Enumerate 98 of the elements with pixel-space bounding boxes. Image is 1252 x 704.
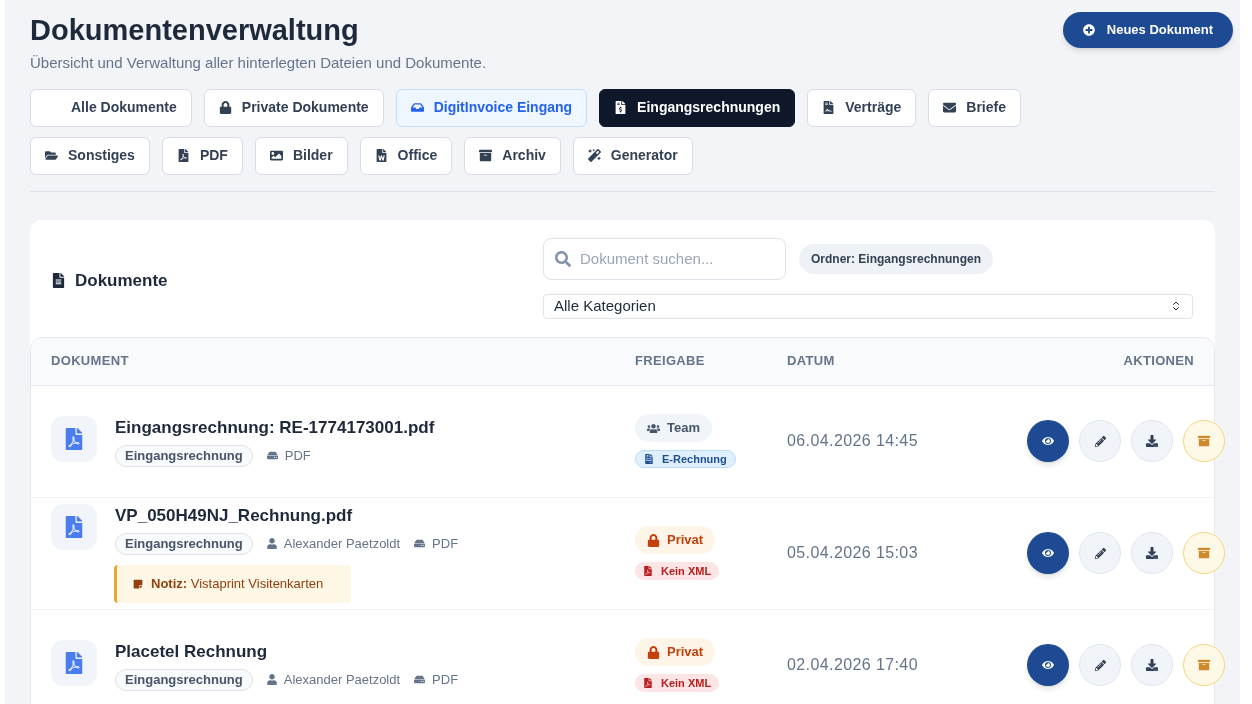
- document-name[interactable]: Eingangsrechnung: RE-1774173001.pdf: [115, 415, 435, 441]
- image-icon: [269, 149, 283, 162]
- archive-button[interactable]: [1183, 420, 1225, 462]
- folder-tab[interactable]: Sonstiges: [30, 136, 150, 175]
- view-button[interactable]: [1027, 532, 1069, 574]
- pdf-file-icon: [176, 149, 190, 162]
- folder-tab[interactable]: Bilder: [254, 136, 348, 175]
- eye-icon: [1042, 547, 1054, 559]
- folder-tab[interactable]: DigitInvoice Eingang: [395, 88, 588, 127]
- folder-icon: [45, 149, 58, 162]
- magic-wand-icon: [587, 149, 601, 162]
- pdf-file-icon: [51, 504, 97, 551]
- document-date: 05.04.2026 15:03: [787, 543, 919, 563]
- archive-button[interactable]: [1183, 532, 1225, 574]
- envelope-icon: [943, 101, 957, 114]
- note-icon: [133, 578, 143, 589]
- category-tag: Eingangsrechnung: [115, 444, 253, 467]
- note-text: Notiz: Vistaprint Visitenkarten: [151, 575, 324, 593]
- pencil-icon: [1094, 435, 1106, 447]
- document-name[interactable]: VP_050H49NJ_Rechnung.pdf: [115, 503, 459, 529]
- category-tag: Eingangsrechnung: [115, 668, 253, 691]
- dropdown-icon: [1170, 300, 1182, 312]
- contract-icon: [822, 101, 836, 114]
- archive-icon: [479, 149, 493, 162]
- column-header: DATUM: [787, 352, 836, 371]
- invoice-icon: [644, 454, 654, 464]
- new-document-button[interactable]: Neues Dokument: [1062, 12, 1233, 48]
- folder-tab[interactable]: Office: [359, 136, 453, 175]
- category-select[interactable]: Alle Kategorien: [543, 293, 1193, 319]
- drive-icon: [414, 674, 426, 686]
- inbox-icon: [410, 101, 424, 114]
- document-icon: [374, 149, 388, 162]
- archive-icon: [1198, 435, 1210, 447]
- folder-filter-chip: Ordner: Eingangsrechnungen: [799, 243, 993, 274]
- lock-icon: [647, 645, 660, 659]
- eye-icon: [1042, 435, 1054, 447]
- invoice-status-badge: Kein XML: [635, 562, 720, 580]
- download-button[interactable]: [1131, 420, 1173, 462]
- sharing-badge: Privat: [635, 638, 716, 666]
- archive-icon: [1198, 547, 1210, 559]
- folder-tab[interactable]: PDF: [161, 136, 243, 175]
- pdf-file-icon: [51, 416, 97, 463]
- invoice-status-badge: Kein XML: [635, 674, 720, 692]
- user-icon: [266, 538, 277, 550]
- edit-button[interactable]: [1079, 532, 1121, 574]
- edit-button[interactable]: [1079, 420, 1121, 462]
- sharing-badge: Privat: [635, 526, 716, 554]
- users-icon: [647, 421, 660, 435]
- user-icon: [266, 674, 277, 686]
- folder-tab[interactable]: Generator: [572, 136, 693, 175]
- sharing-badge: Team: [635, 414, 712, 442]
- drive-icon: [266, 450, 278, 462]
- folder-tab[interactable]: Eingangsrechnungen: [599, 88, 796, 127]
- search-field[interactable]: Dokument suchen...: [543, 237, 786, 280]
- document-date: 02.04.2026 17:40: [787, 655, 919, 675]
- folder-tab[interactable]: Archiv: [464, 136, 561, 175]
- column-header: FREIGABE: [635, 352, 706, 371]
- pdf-file-icon: [643, 566, 653, 576]
- download-button[interactable]: [1131, 644, 1173, 686]
- folder-tab[interactable]: Briefe: [928, 88, 1021, 127]
- invoice-status-badge: E-Rechnung: [635, 450, 736, 468]
- edit-button[interactable]: [1079, 644, 1121, 686]
- view-button[interactable]: [1027, 644, 1069, 686]
- category-tag: Eingangsrechnung: [115, 532, 253, 555]
- pencil-icon: [1094, 547, 1106, 559]
- pdf-file-icon: [643, 678, 653, 688]
- owner-name: Alexander Paetzoldt: [283, 535, 401, 553]
- drive-icon: [414, 538, 426, 550]
- file-type: PDF: [432, 535, 459, 553]
- archive-icon: [1198, 659, 1210, 671]
- invoice-icon: [614, 101, 628, 114]
- folder-tab[interactable]: Verträge: [807, 88, 917, 127]
- lock-icon: [218, 101, 232, 114]
- document-name[interactable]: Placetel Rechnung: [115, 639, 459, 665]
- column-header: AKTIONEN: [1123, 352, 1194, 371]
- owner-name: Alexander Paetzoldt: [283, 671, 401, 689]
- folder-tab[interactable]: Private Dokumente: [203, 88, 384, 127]
- folder-tab[interactable]: Alle Dokumente: [30, 88, 192, 127]
- plus-icon: [1082, 24, 1095, 36]
- pencil-icon: [1094, 659, 1106, 671]
- page-title: Dokumentenverwaltung: [30, 13, 360, 48]
- archive-button[interactable]: [1183, 644, 1225, 686]
- search-icon: [555, 250, 571, 267]
- view-button[interactable]: [1027, 420, 1069, 462]
- column-header: DOKUMENT: [51, 352, 130, 371]
- eye-icon: [1042, 659, 1054, 671]
- lock-icon: [647, 533, 660, 547]
- card-title: Dokumente: [75, 269, 168, 292]
- download-icon: [1146, 659, 1158, 671]
- document-date: 06.04.2026 14:45: [787, 431, 919, 451]
- page-subtitle: Übersicht und Verwaltung aller hinterlegten Dateien und Dokumente.: [30, 53, 487, 73]
- pdf-file-icon: [51, 640, 97, 687]
- download-button[interactable]: [1131, 532, 1173, 574]
- download-icon: [1146, 547, 1158, 559]
- document-icon: [52, 272, 65, 288]
- download-icon: [1146, 435, 1158, 447]
- file-type: PDF: [284, 447, 311, 465]
- file-type: PDF: [432, 671, 459, 689]
